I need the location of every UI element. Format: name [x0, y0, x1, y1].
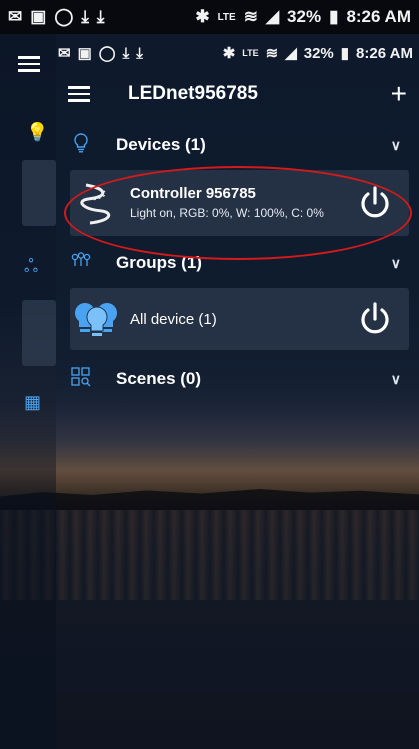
download-icon: ⤓: [96, 7, 105, 26]
app-panel: ✉ ▣ ◯ ⤓ ⤓ ✱ LTE ≋ ◢ 32% ▮ 8:26 AM LEDnet…: [56, 34, 419, 694]
network-label: LTE: [217, 11, 236, 23]
whatsapp-icon: ◯: [54, 7, 74, 26]
highlight-ellipse: [64, 166, 412, 260]
power-icon: [361, 302, 389, 334]
bulb-outline-icon: [68, 132, 94, 158]
mail-icon: ✉: [58, 45, 71, 62]
group-icon: ஃ: [24, 256, 39, 276]
group-row[interactable]: All device (1): [70, 288, 409, 350]
bluetooth-icon: ✱: [222, 45, 236, 62]
group-power-button[interactable]: [349, 293, 401, 345]
clock: 8:26 AM: [346, 7, 411, 26]
outer-status-bar: ✉ ▣ ◯ ⤓ ⤓ ✱ LTE ≋ ◢ 32% ▮ 8:26 AM: [0, 0, 419, 34]
group-icon: [68, 251, 94, 275]
bulbs-icon: [70, 299, 124, 339]
bulb-outline-icon: 💡: [26, 122, 49, 142]
download-icon: ⤓: [81, 7, 89, 26]
chevron-down-icon[interactable]: ∨: [391, 371, 401, 388]
bluetooth-icon: ✱: [195, 7, 210, 26]
devices-section-header[interactable]: Devices (1) ∨: [56, 122, 419, 168]
scenes-label: Scenes (0): [116, 369, 202, 388]
devices-label: Devices (1): [116, 135, 206, 154]
menu-icon: [18, 56, 40, 72]
scenes-icon: ▦: [24, 392, 42, 412]
clock: 8:26 AM: [356, 44, 413, 62]
plus-icon[interactable]: +: [391, 80, 407, 108]
underlying-group-card: [22, 300, 56, 366]
mail-icon: ✉: [8, 7, 23, 26]
chevron-down-icon[interactable]: ∨: [391, 255, 401, 272]
download-icon: ⤓: [122, 44, 130, 62]
underlying-device-card: [22, 160, 56, 226]
whatsapp-icon: ◯: [98, 45, 116, 62]
app-bar: LEDnet956785 +: [56, 72, 419, 116]
gallery-icon: ▣: [77, 45, 92, 62]
menu-icon[interactable]: [68, 86, 90, 102]
download-icon: ⤓: [136, 44, 143, 62]
battery-icon: ▮: [329, 7, 339, 26]
network-label: LTE: [242, 48, 259, 58]
scenes-section-header[interactable]: Scenes (0) ∨: [56, 356, 419, 402]
app-title: LEDnet956785: [128, 83, 258, 104]
chevron-down-icon[interactable]: ∨: [391, 137, 401, 154]
battery-percent: 32%: [287, 7, 322, 26]
signal-icon: ◢: [285, 45, 297, 62]
group-name: All device (1): [130, 310, 217, 328]
battery-icon: ▮: [340, 45, 350, 62]
scenes-icon: [68, 366, 94, 392]
signal-icon: ◢: [265, 7, 280, 26]
inner-status-bar: ✉ ▣ ◯ ⤓ ⤓ ✱ LTE ≋ ◢ 32% ▮ 8:26 AM: [56, 34, 419, 72]
gallery-icon: ▣: [30, 7, 47, 26]
underlying-app: 💡 ஃ ▦: [0, 34, 56, 749]
wifi-icon: ≋: [243, 7, 258, 26]
battery-percent: 32%: [303, 44, 334, 62]
wifi-icon: ≋: [265, 45, 279, 62]
